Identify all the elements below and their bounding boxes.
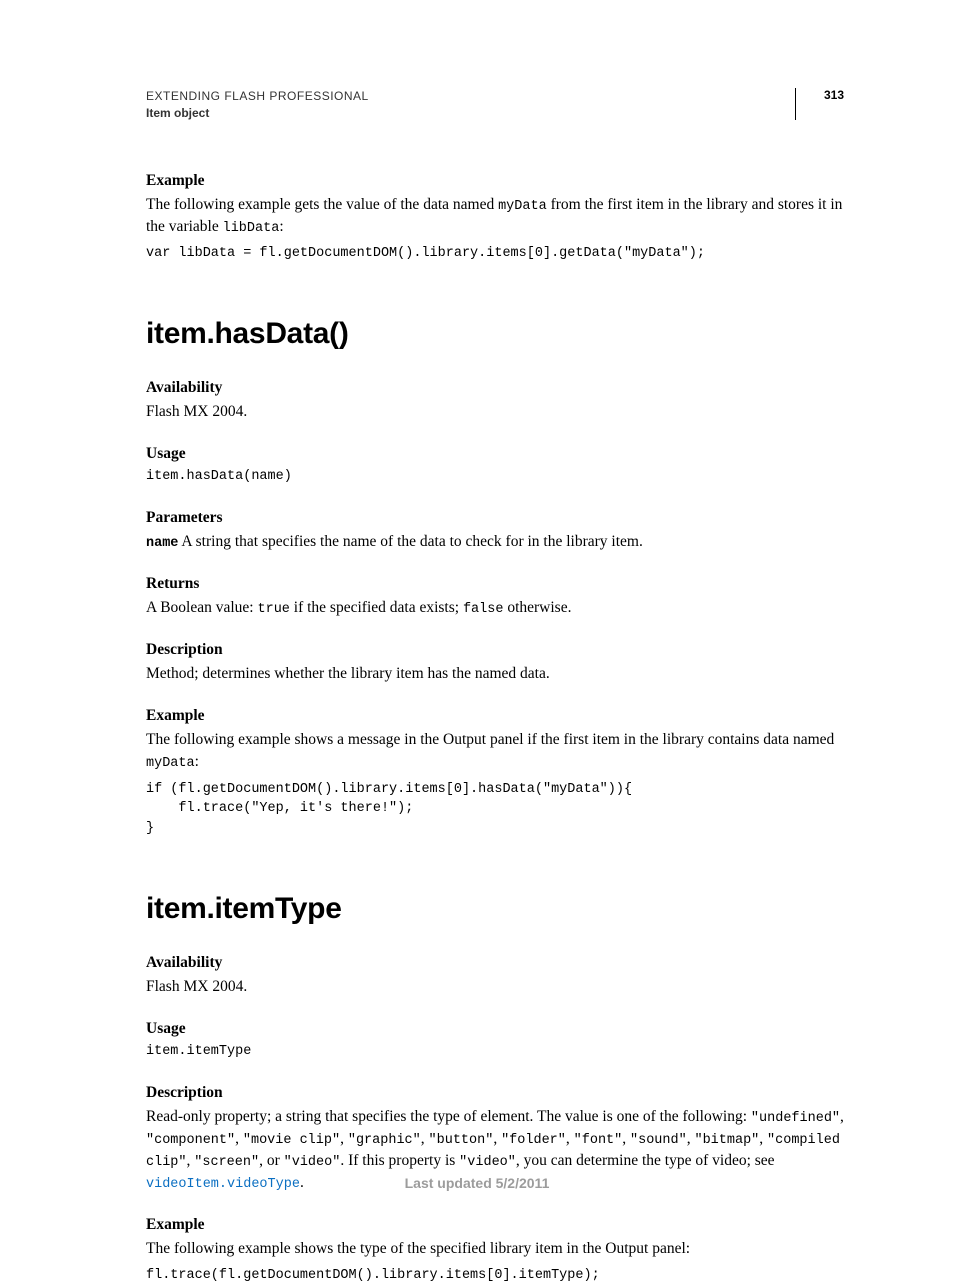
usage-label: Usage [146, 445, 844, 463]
example-label-2: Example [146, 707, 844, 725]
example-intro-3: The following example shows the type of … [146, 1238, 844, 1260]
availability-text-2: Flash MX 2004. [146, 976, 844, 998]
availability-text: Flash MX 2004. [146, 401, 844, 423]
api-heading-itemtype: item.itemType [146, 892, 844, 926]
footer-updated: Last updated 5/2/2011 [0, 1175, 954, 1191]
example-intro: The following example gets the value of … [146, 194, 844, 238]
availability-label-2: Availability [146, 954, 844, 972]
description-text: Method; determines whether the library i… [146, 663, 844, 685]
param-row: name A string that specifies the name of… [146, 531, 844, 553]
example-label-3: Example [146, 1216, 844, 1234]
example-intro-2: The following example shows a message in… [146, 729, 844, 773]
code-block-2: if (fl.getDocumentDOM().library.items[0]… [146, 780, 844, 839]
example-label: Example [146, 172, 844, 190]
returns-text: A Boolean value: true if the specified d… [146, 597, 844, 619]
param-name: name [146, 536, 178, 551]
api-heading-hasdata: item.hasData() [146, 317, 844, 351]
returns-label: Returns [146, 575, 844, 593]
header-left: EXTENDING FLASH PROFESSIONAL Item object [146, 88, 795, 122]
usage-code-2: item.itemType [146, 1042, 844, 1062]
page-number: 313 [795, 88, 844, 120]
description-label: Description [146, 641, 844, 659]
code-block-3: fl.trace(fl.getDocumentDOM().library.ite… [146, 1266, 844, 1286]
description-label-2: Description [146, 1084, 844, 1102]
parameters-label: Parameters [146, 509, 844, 527]
page: EXTENDING FLASH PROFESSIONAL Item object… [0, 0, 954, 1235]
breadcrumb-title: EXTENDING FLASH PROFESSIONAL [146, 89, 369, 103]
availability-label: Availability [146, 379, 844, 397]
usage-code: item.hasData(name) [146, 467, 844, 487]
usage-label-2: Usage [146, 1020, 844, 1038]
code-block: var libData = fl.getDocumentDOM().librar… [146, 244, 844, 264]
breadcrumb-subtitle: Item object [146, 106, 209, 120]
page-header: EXTENDING FLASH PROFESSIONAL Item object… [146, 88, 844, 122]
